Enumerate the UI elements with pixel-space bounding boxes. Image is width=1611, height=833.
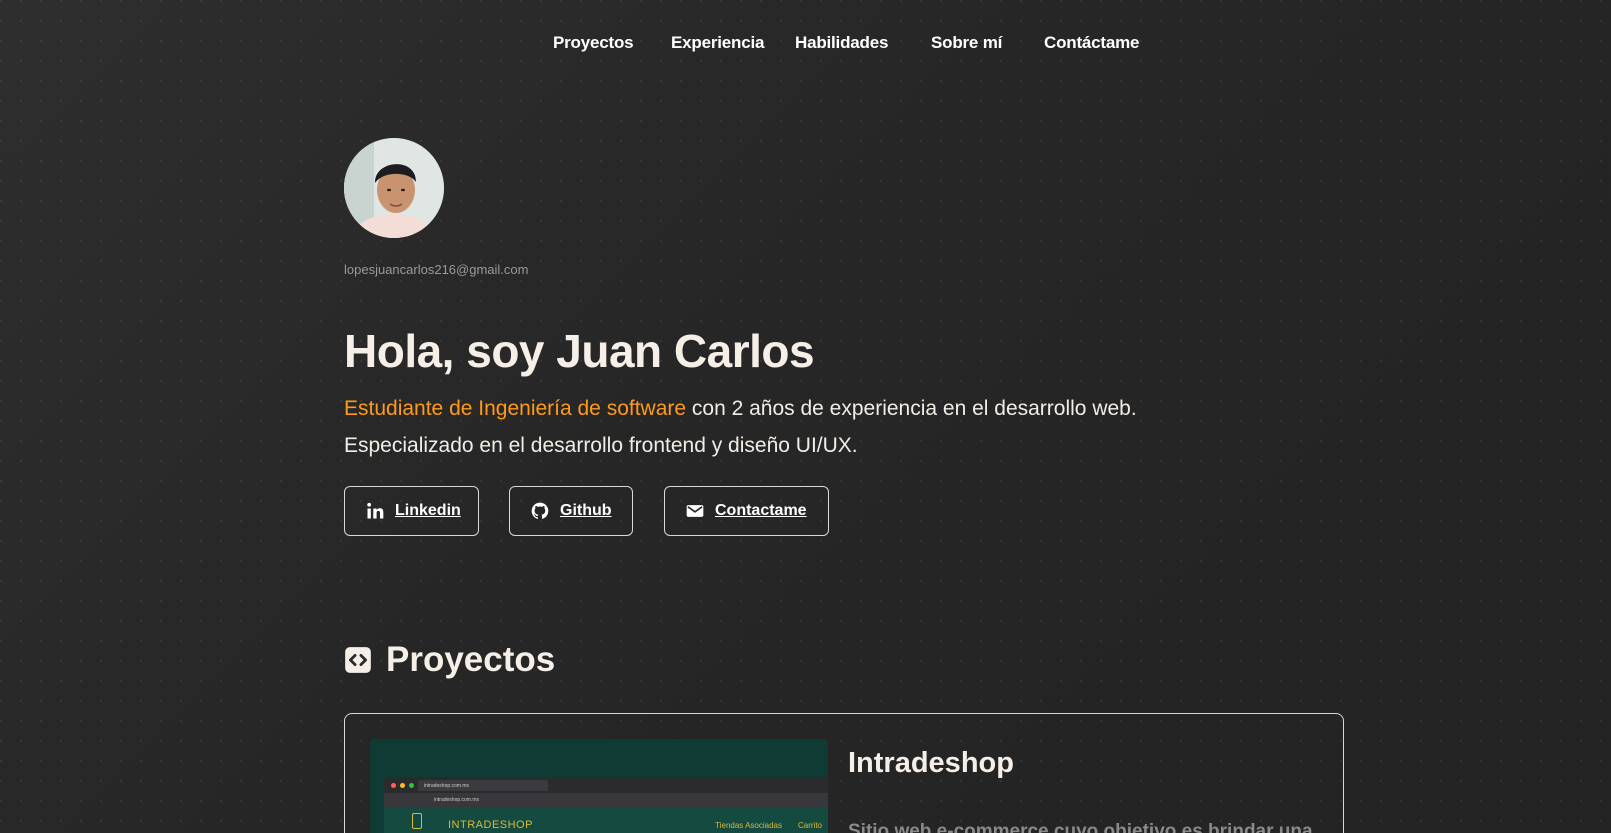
mail-icon [686,505,704,517]
contact-button[interactable]: Contactame [664,486,829,536]
nav-link-contactame[interactable]: Contáctame [1044,33,1140,53]
project-name: Intradeshop [848,747,1014,779]
project-description: Sitio web e-commerce cuyo objetivo es br… [848,821,1313,833]
hero-desc-line1: con 2 años de experiencia en el desarrol… [686,397,1137,420]
nav-link-sobre-mi[interactable]: Sobre mí [931,33,1002,53]
nav-link-experiencia[interactable]: Experiencia [671,33,764,53]
avatar-photo [344,138,444,238]
contact-label: Contactame [715,502,807,519]
thumbnail-link-tiendas: Tiendas Asociadas [715,821,782,830]
linkedin-icon [367,502,384,519]
nav-link-habilidades[interactable]: Habilidades [795,33,888,53]
hero-title: Hola, soy Juan Carlos [344,325,815,377]
window-controls [391,783,414,788]
code-icon [345,647,371,673]
thumbnail-brand: INTRADESHOP [448,819,533,831]
profile-email: lopesjuancarlos216@gmail.com [344,262,529,277]
github-icon [531,502,549,519]
hero-desc-line2: Especializado en el desarrollo frontend … [344,434,858,457]
project-thumbnail: intradeshop.com.mx intradeshop.com.mx IN… [370,739,828,833]
top-nav: Proyectos Experiencia Habilidades Sobre … [0,0,1611,86]
thumbnail-url: intradeshop.com.mx [384,793,828,807]
phone-icon [412,813,422,829]
github-button[interactable]: Github [509,486,633,536]
thumbnail-page: INTRADESHOP Tiendas Asociadas Carrito [384,807,828,833]
thumbnail-link-carrito: Carrito [797,821,822,830]
thumbnail-tab: intradeshop.com.mx [418,780,548,791]
hero-description: Estudiante de Ingeniería de software con… [344,390,1284,464]
project-card[interactable]: intradeshop.com.mx intradeshop.com.mx IN… [344,713,1344,833]
avatar [344,138,444,238]
github-label: Github [560,502,612,519]
hero-highlight: Estudiante de Ingeniería de software [344,397,687,420]
nav-link-proyectos[interactable]: Proyectos [553,33,634,53]
linkedin-button[interactable]: Linkedin [344,486,479,536]
projects-heading: Proyectos [344,640,555,680]
projects-title: Proyectos [386,640,556,679]
linkedin-label: Linkedin [395,502,461,519]
thumbnail-browser: intradeshop.com.mx intradeshop.com.mx IN… [384,777,828,833]
thumbnail-links: Tiendas Asociadas Carrito [715,821,822,830]
